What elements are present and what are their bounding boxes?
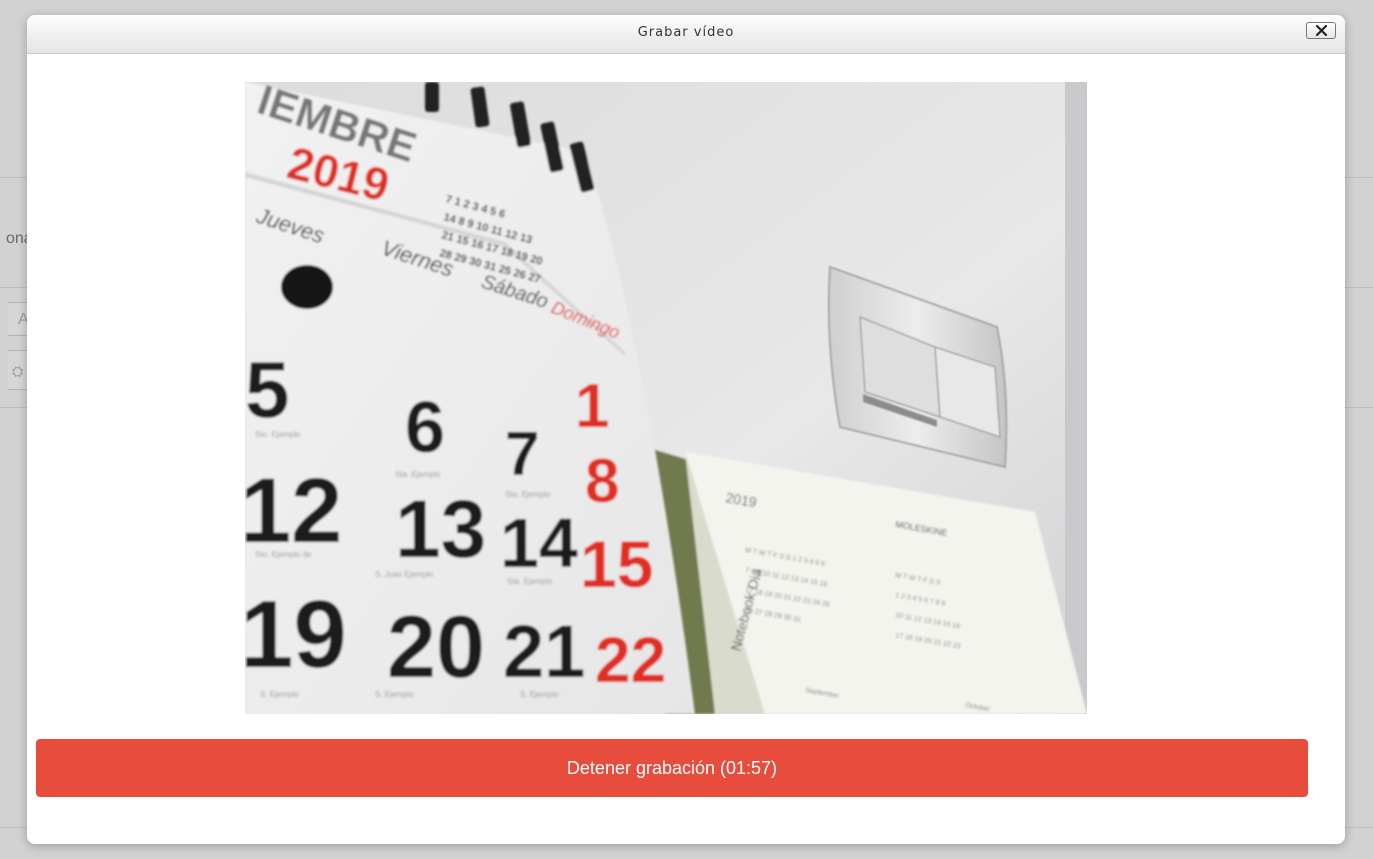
dialog-title: Grabar vídeo xyxy=(637,25,735,40)
svg-text:20: 20 xyxy=(387,597,485,696)
webcam-frame: 2019 MOLESKINE M T W T F S S 1 2 3 4 5 6… xyxy=(245,82,1087,714)
svg-text:22: 22 xyxy=(595,624,666,696)
svg-text:Sta. Ejemplo: Sta. Ejemplo xyxy=(505,490,551,499)
svg-text:19: 19 xyxy=(245,581,347,688)
svg-text:12: 12 xyxy=(245,460,342,562)
svg-text:S. Juan Ejemplo: S. Juan Ejemplo xyxy=(375,570,434,579)
svg-text:Sto. Ejemplo de: Sto. Ejemplo de xyxy=(255,550,312,559)
close-icon xyxy=(1316,25,1327,36)
dialog-titlebar: Grabar vídeo xyxy=(27,15,1345,54)
svg-text:1: 1 xyxy=(575,372,609,441)
svg-text:7: 7 xyxy=(505,420,539,489)
svg-text:8: 8 xyxy=(585,447,619,516)
svg-text:6: 6 xyxy=(405,388,445,468)
svg-text:Sta. Ejemplo: Sta. Ejemplo xyxy=(507,577,553,586)
record-video-dialog: Grabar vídeo 2019 MOLESKINE M T W T F S … xyxy=(27,15,1345,844)
svg-text:S. Ejemplo: S. Ejemplo xyxy=(520,690,559,699)
stop-recording-button[interactable]: Detener grabación (01:57) xyxy=(36,739,1308,797)
svg-text:5: 5 xyxy=(245,345,290,434)
svg-text:13: 13 xyxy=(395,484,486,575)
svg-text:14: 14 xyxy=(500,504,578,582)
svg-text:Sto. Ejemplo: Sto. Ejemplo xyxy=(255,430,301,439)
close-button[interactable] xyxy=(1306,22,1336,39)
svg-text:S. Ejemplo: S. Ejemplo xyxy=(260,690,299,699)
svg-text:15: 15 xyxy=(580,527,653,601)
svg-text:Sta. Ejemplo: Sta. Ejemplo xyxy=(395,470,441,479)
svg-text:S. Ejemplo: S. Ejemplo xyxy=(375,690,414,699)
svg-text:21: 21 xyxy=(503,610,585,693)
video-preview: 2019 MOLESKINE M T W T F S S 1 2 3 4 5 6… xyxy=(245,82,1087,714)
